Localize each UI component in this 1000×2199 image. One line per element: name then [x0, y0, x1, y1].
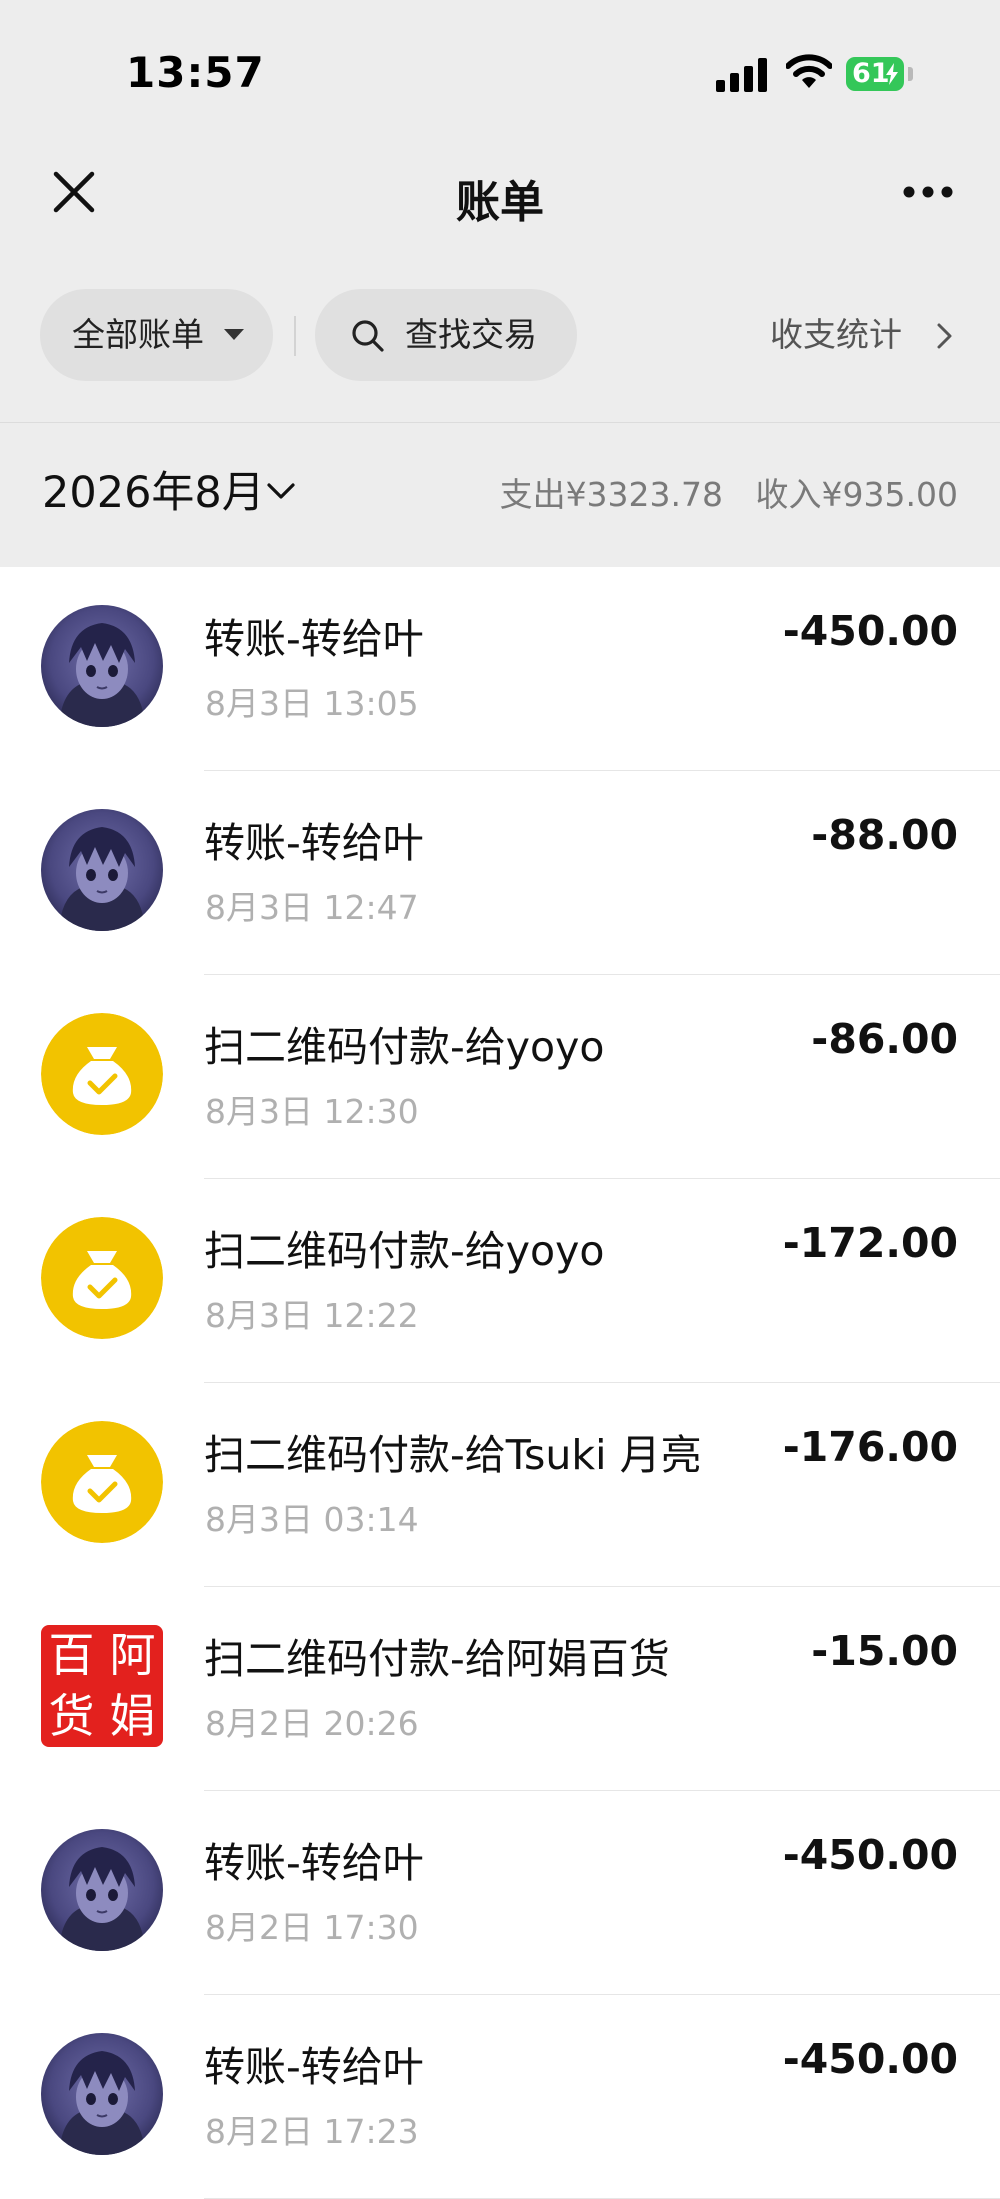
stats-link[interactable]: 收支统计 [770, 310, 902, 360]
money-bag-icon [41, 1217, 163, 1339]
all-bills-filter-button[interactable]: 全部账单 [40, 289, 273, 381]
transaction-title: 转账-转给叶 [204, 819, 424, 867]
transaction-title: 扫二维码付款-给Tsuki 月亮 [204, 1431, 702, 1479]
transaction-amount: -450.00 [782, 2035, 958, 2083]
transaction-row[interactable]: 扫二维码付款-给Tsuki 月亮 8月3日 03:14 -176.00 [0, 1383, 1000, 1587]
transaction-title: 扫二维码付款-给阿娟百货 [204, 1635, 670, 1683]
transaction-title: 转账-转给叶 [204, 615, 424, 663]
transaction-amount: -15.00 [811, 1627, 958, 1675]
search-transactions-button[interactable]: 查找交易 [315, 289, 577, 381]
transaction-row[interactable]: 转账-转给叶 8月2日 17:30 -450.00 [0, 1791, 1000, 1995]
transaction-amount: -176.00 [782, 1423, 958, 1471]
money-bag-icon [41, 1421, 163, 1543]
transaction-row[interactable]: 扫二维码付款-给yoyo 8月3日 12:30 -86.00 [0, 975, 1000, 1179]
transaction-time: 8月3日 12:22 [205, 1296, 419, 1335]
money-bag-icon [41, 1013, 163, 1135]
transaction-amount: -86.00 [811, 1015, 958, 1063]
battery-tip [908, 67, 913, 81]
avatar [41, 809, 163, 931]
seal-avatar: 百阿货娟 [41, 1625, 163, 1747]
filter-divider [294, 316, 296, 356]
transaction-time: 8月2日 17:30 [205, 1908, 419, 1947]
transaction-time: 8月3日 03:14 [205, 1500, 419, 1539]
transaction-row[interactable]: 转账-转给叶 8月3日 13:05 -450.00 [0, 567, 1000, 771]
transaction-row[interactable]: 转账-转给叶 8月3日 12:47 -88.00 [0, 771, 1000, 975]
avatar [41, 2033, 163, 2155]
status-bar: 13:57 61 [0, 0, 1000, 140]
transaction-row[interactable]: 百阿货娟扫二维码付款-给阿娟百货 8月2日 20:26 -15.00 [0, 1587, 1000, 1791]
income-total: 收入¥935.00 [755, 475, 958, 514]
seal-char: 货 [48, 1689, 95, 1743]
avatar [41, 1829, 163, 1951]
month-summary: 支出¥3323.78 收入¥935.00 [478, 470, 958, 520]
transaction-time: 8月2日 17:23 [205, 2112, 419, 2151]
battery-level: 61 [852, 58, 890, 89]
transaction-row[interactable]: 扫二维码付款-给yoyo 8月3日 12:22 -172.00 [0, 1179, 1000, 1383]
wifi-icon [786, 54, 832, 88]
bolt-icon [886, 63, 898, 85]
signal-icon [716, 58, 767, 92]
transaction-time: 8月3日 12:30 [205, 1092, 419, 1131]
transaction-title: 转账-转给叶 [204, 2043, 424, 2091]
chevron-right-icon[interactable] [936, 322, 954, 350]
search-label: 查找交易 [405, 315, 537, 354]
page-title: 账单 [456, 177, 544, 228]
month-selector[interactable]: 2026年8月 [42, 463, 265, 523]
transaction-title: 转账-转给叶 [204, 1839, 424, 1887]
seal-char: 百 [48, 1628, 95, 1682]
search-icon [352, 320, 384, 352]
battery-charging-icon: 61 [846, 57, 904, 91]
header-divider [0, 422, 1000, 423]
transaction-time: 8月3日 13:05 [205, 684, 419, 723]
seal-char: 阿 [109, 1628, 156, 1682]
transaction-amount: -450.00 [782, 607, 958, 655]
transaction-row[interactable]: 转账-转给叶 8月2日 17:23 -450.00 [0, 1995, 1000, 2199]
caret-down-icon [224, 329, 244, 340]
transaction-time: 8月2日 20:26 [205, 1704, 419, 1743]
transaction-time: 8月3日 12:47 [205, 888, 419, 927]
status-time: 13:57 [126, 48, 265, 97]
avatar [41, 605, 163, 727]
all-bills-label: 全部账单 [72, 315, 204, 354]
transaction-amount: -450.00 [782, 1831, 958, 1879]
more-icon[interactable] [902, 182, 954, 202]
chevron-down-icon[interactable] [266, 482, 296, 502]
seal-char: 娟 [109, 1689, 156, 1743]
transaction-amount: -88.00 [811, 811, 958, 859]
transaction-title: 扫二维码付款-给yoyo [204, 1227, 605, 1275]
transaction-amount: -172.00 [782, 1219, 958, 1267]
expense-total: 支出¥3323.78 [499, 475, 724, 514]
transaction-title: 扫二维码付款-给yoyo [204, 1023, 605, 1071]
